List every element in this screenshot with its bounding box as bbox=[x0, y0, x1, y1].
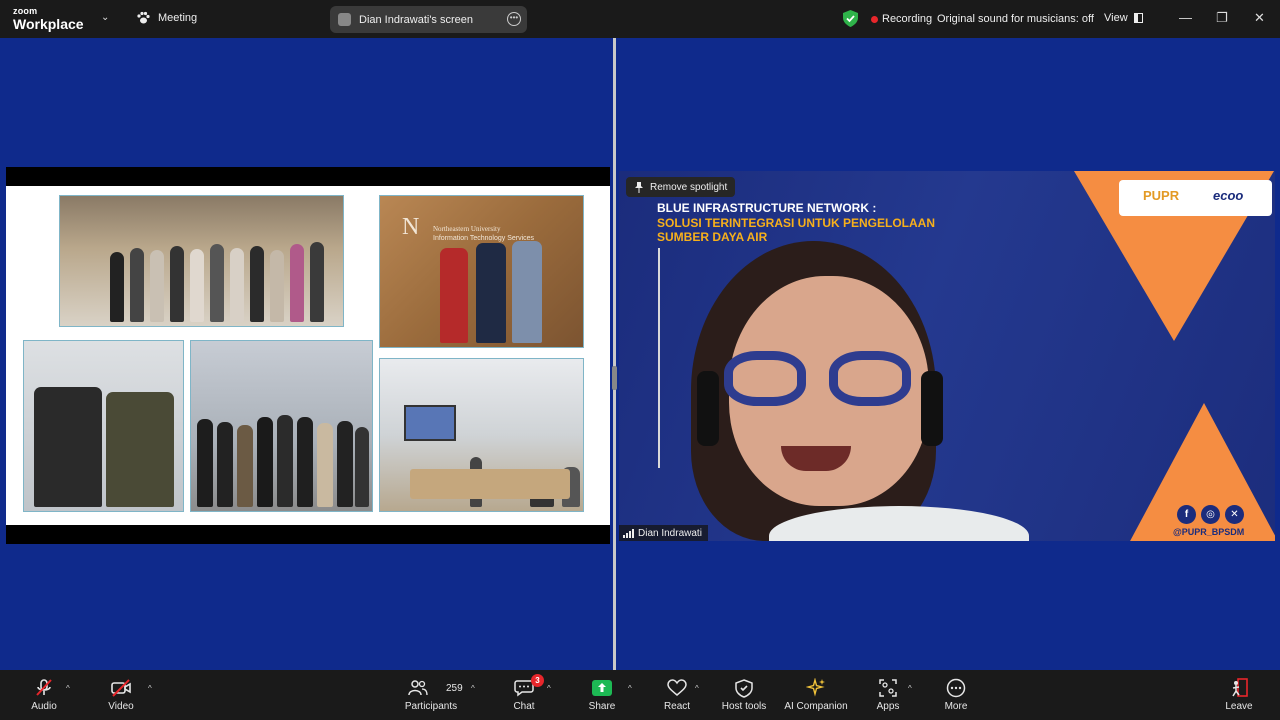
signal-bars-icon bbox=[623, 528, 634, 538]
participants-button[interactable]: Participants bbox=[402, 670, 460, 720]
meeting-button[interactable]: Meeting bbox=[136, 11, 197, 25]
close-icon[interactable]: ✕ bbox=[1254, 10, 1265, 26]
chevron-down-icon[interactable]: ⌄ bbox=[101, 12, 109, 23]
delegation-photo bbox=[190, 340, 373, 512]
heart-icon bbox=[665, 678, 689, 698]
background-title-line-2: SOLUSI TERINTEGRASI UNTUK PENGELOLAAN bbox=[657, 216, 936, 230]
chat-button[interactable]: 3 Chat bbox=[510, 670, 544, 720]
more-button[interactable]: More bbox=[942, 670, 970, 720]
apps-button[interactable]: Apps bbox=[874, 670, 902, 720]
zoom-workplace-logo[interactable]: zoom Workplace bbox=[13, 7, 84, 32]
share-button[interactable]: Share bbox=[587, 670, 617, 720]
pin-icon bbox=[635, 181, 643, 193]
chat-icon: 3 bbox=[512, 674, 544, 698]
video-button[interactable]: Video bbox=[105, 670, 137, 720]
second-logo: ecoo bbox=[1213, 188, 1244, 203]
pupr-logo-box: PUPR ecoo bbox=[1119, 180, 1272, 216]
chat-options-chevron-icon[interactable]: ^ bbox=[547, 684, 551, 693]
recording-indicator[interactable]: Recording bbox=[871, 13, 932, 25]
sign-letter: N bbox=[402, 214, 420, 240]
avatar bbox=[338, 13, 351, 26]
sparkle-icon bbox=[804, 678, 828, 698]
participants-icon bbox=[406, 678, 430, 698]
split-divider[interactable] bbox=[613, 38, 616, 670]
instagram-icon: ◎ bbox=[1201, 505, 1220, 524]
video-options-chevron-icon[interactable]: ^ bbox=[148, 684, 152, 693]
host-tools-shield-icon bbox=[732, 678, 756, 698]
speaker-video[interactable]: PUPR ecoo BLUE INFRASTRUCTURE NETWORK : … bbox=[619, 171, 1275, 541]
chat-unread-badge: 3 bbox=[531, 674, 544, 687]
react-button[interactable]: React bbox=[662, 670, 692, 720]
paw-icon bbox=[137, 11, 150, 24]
participant-name-tag: Dian Indrawati bbox=[619, 525, 708, 541]
screen-share-indicator[interactable]: Dian Indrawati's screen ••• bbox=[330, 6, 527, 33]
divider-drag-handle[interactable] bbox=[612, 366, 617, 390]
audio-options-chevron-icon[interactable]: ^ bbox=[66, 684, 70, 693]
background-title-line-3: SUMBER DAYA AIR bbox=[657, 230, 768, 244]
apps-grid-icon bbox=[876, 678, 900, 698]
meeting-toolbar: Audio ^ Video ^ Participants 259 ^ 3 Cha… bbox=[0, 670, 1280, 720]
room-screen bbox=[404, 405, 456, 441]
minimize-icon[interactable]: — bbox=[1179, 10, 1192, 25]
top-bar: zoom Workplace ⌄ Meeting Dian Indrawati'… bbox=[0, 0, 1280, 38]
two-women-photo bbox=[23, 340, 184, 512]
microphone-muted-icon bbox=[32, 678, 56, 698]
security-shield-icon[interactable] bbox=[843, 10, 858, 27]
share-screen-icon bbox=[590, 678, 614, 698]
view-button[interactable]: View bbox=[1104, 12, 1143, 24]
video-off-icon bbox=[109, 678, 133, 698]
facebook-icon: f bbox=[1177, 505, 1196, 524]
northeastern-photo: N Northeastern University Information Te… bbox=[379, 195, 584, 348]
social-icons: f ◎ ✕ bbox=[1177, 505, 1244, 524]
audio-button[interactable]: Audio bbox=[28, 670, 60, 720]
leave-door-icon bbox=[1227, 678, 1251, 698]
view-layout-icon bbox=[1133, 13, 1143, 23]
pupr-logo: PUPR bbox=[1143, 188, 1180, 203]
react-options-chevron-icon[interactable]: ^ bbox=[695, 684, 699, 693]
meeting-room-photo bbox=[379, 358, 584, 512]
social-handle: @PUPR_BPSDM bbox=[1173, 527, 1245, 537]
leave-button[interactable]: Leave bbox=[1224, 670, 1254, 720]
remove-spotlight-button[interactable]: Remove spotlight bbox=[626, 177, 736, 197]
original-sound-status[interactable]: Original sound for musicians: off bbox=[937, 13, 1094, 25]
screen-share-label: Dian Indrawati's screen bbox=[359, 13, 473, 26]
restore-icon[interactable]: ❐ bbox=[1216, 10, 1228, 26]
decorative-line bbox=[658, 248, 660, 468]
x-icon: ✕ bbox=[1225, 505, 1244, 524]
more-dots-icon bbox=[944, 678, 968, 698]
participants-count: 259 bbox=[446, 683, 463, 694]
apps-options-chevron-icon[interactable]: ^ bbox=[908, 684, 912, 693]
recording-dot-icon bbox=[871, 15, 878, 23]
share-options-chevron-icon[interactable]: ^ bbox=[628, 684, 632, 693]
group-photo-1 bbox=[59, 195, 344, 327]
host-tools-button[interactable]: Host tools bbox=[718, 670, 770, 720]
meeting-label: Meeting bbox=[158, 12, 198, 24]
more-options-icon[interactable]: ••• bbox=[507, 12, 521, 26]
participants-options-chevron-icon[interactable]: ^ bbox=[471, 684, 475, 693]
background-title-line-1: BLUE INFRASTRUCTURE NETWORK : bbox=[657, 201, 877, 215]
ai-companion-button[interactable]: AI Companion bbox=[782, 670, 850, 720]
sign-line-1: Northeastern University bbox=[433, 225, 501, 233]
